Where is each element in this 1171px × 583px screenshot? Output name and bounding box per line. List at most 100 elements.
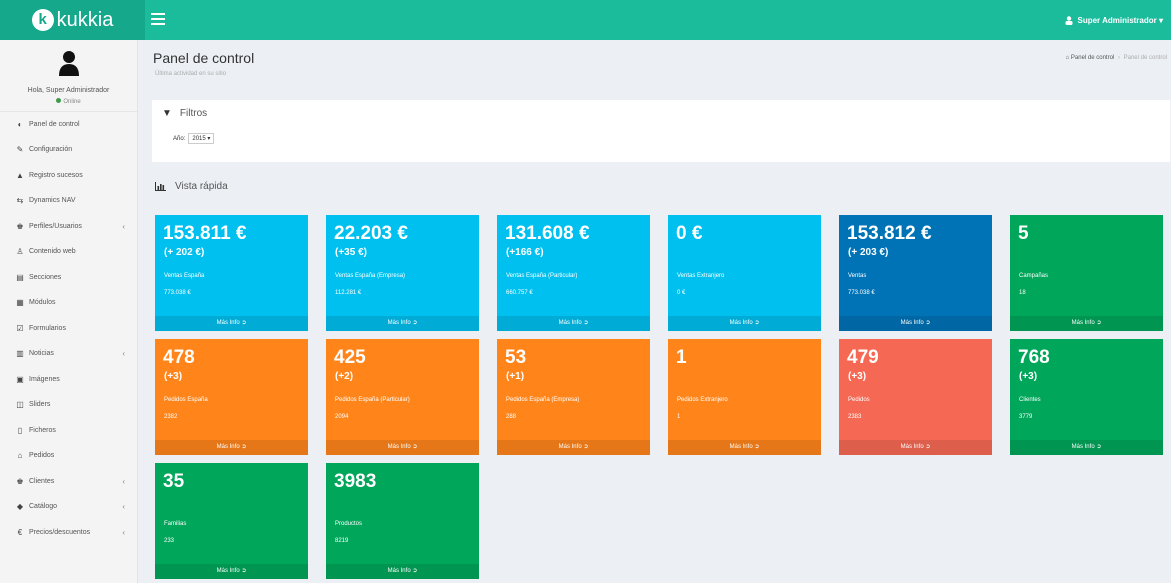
breadcrumb-current: Panel de control [1123, 55, 1167, 61]
stat-value: 53 [505, 347, 527, 368]
user-menu[interactable]: Super Administrador ▾ [1065, 0, 1163, 40]
forms-icon: ☑ [16, 323, 24, 333]
stat-box: 3983 Productos 8219 Más Info ➲ [326, 463, 479, 579]
avatar-icon [58, 51, 79, 76]
more-info-link[interactable]: Más Info ➲ [155, 316, 308, 331]
more-info-link[interactable]: Más Info ➲ [839, 316, 992, 331]
clients-icon: ♚ [16, 476, 24, 486]
sidebar-item-label: Perfiles/Usuarios [29, 222, 82, 230]
more-info-link[interactable]: Más Info ➲ [497, 316, 650, 331]
sidebar-item[interactable]: ☑ Formularios [0, 316, 137, 342]
sidebar-menu: ◐ Panel de control ✎ Configuración ▲ Registro… [0, 112, 137, 546]
breadcrumb-home[interactable]: Panel de control [1071, 55, 1114, 61]
sidebar-item[interactable]: ◆ Catálogo ‹ [0, 495, 137, 521]
sidebar-item[interactable]: ♙ Contenido web [0, 240, 137, 266]
sidebar-item-label: Sliders [29, 401, 51, 409]
chevron-left-icon: ‹ [122, 502, 125, 512]
sidebar-item-label: Ficheros [29, 426, 56, 434]
catalog-icon: ◆ [16, 502, 24, 512]
cart-icon: ⌂ [17, 451, 23, 461]
sidebar-item[interactable]: ⌂ Pedidos [0, 444, 137, 470]
stat-box: 53 (+1) Pedidos España (Empresa) 288 Más Inf… [497, 339, 650, 455]
stat-label: Ventas Extranjero [677, 273, 725, 279]
stat-value: 131.608 € [505, 223, 590, 244]
sidebar-item[interactable]: ◐ Panel de control [0, 112, 137, 138]
more-info-link[interactable]: Más Info ➲ [497, 440, 650, 455]
stat-value: 153.812 € [847, 223, 932, 244]
sidebar-item[interactable]: € Precios/descuentos ‹ [0, 520, 137, 546]
user-greeting: Hola, Super Administrador [27, 87, 110, 94]
stat-subvalue: 1 [677, 414, 681, 420]
file-icon: ▯ [17, 425, 23, 435]
warning-icon: ▲ [16, 170, 24, 180]
main-content: Panel de control Última actividad en su … [145, 40, 1171, 583]
sidebar-item[interactable]: ▤ Secciones [0, 265, 137, 291]
stat-subvalue: 660.757 € [506, 290, 533, 296]
sidebar-item[interactable]: ▥ Noticias ‹ [0, 342, 137, 368]
more-info-link[interactable]: Más Info ➲ [1010, 316, 1163, 331]
stat-value: 35 [163, 471, 185, 492]
quick-view-panel: Vista rápida 153.811 € (+ 202 €) Ventas Es… [152, 172, 1170, 583]
stat-box: 0 € Ventas Extranjero 0 € Más Info ➲ [668, 215, 821, 331]
more-info-link[interactable]: Más Info ➲ [326, 440, 479, 455]
sidebar-toggle-icon[interactable] [151, 13, 165, 25]
sidebar-item-label: Imágenes [29, 375, 60, 383]
filter-icon: ▼ [162, 108, 172, 119]
stat-subvalue: 773.038 € [848, 290, 875, 296]
sidebar-item[interactable]: ♚ Perfiles/Usuarios ‹ [0, 214, 137, 240]
dashboard-icon: ◐ [17, 119, 23, 129]
more-info-link[interactable]: Más Info ➲ [1010, 440, 1163, 455]
filters-panel: ▼ Filtros Año: 2015 ▾ [152, 100, 1170, 162]
sidebar-item[interactable]: ♚ Clientes ‹ [0, 469, 137, 495]
stat-label: Ventas [848, 273, 867, 279]
brand-name: kukkia [56, 8, 114, 31]
stat-box: 153.812 € (+ 203 €) Ventas 773.038 € Más Inf… [839, 215, 992, 331]
chevron-left-icon: ‹ [122, 527, 125, 537]
content-header: Panel de control Última actividad en su … [145, 40, 1171, 88]
sidebar-item[interactable]: ▦ Módulos [0, 291, 137, 317]
sitemap-icon: ♙ [16, 247, 24, 257]
sidebar-item[interactable]: ⇆ Dynamics NAV [0, 189, 137, 215]
stat-box: 5 Campañas 18 Más Info ➲ [1010, 215, 1163, 331]
stat-subvalue: 288 [506, 414, 517, 420]
stat-delta: (+35 €) [335, 247, 367, 258]
stat-label: Ventas España [164, 273, 205, 279]
more-info-link[interactable]: Más Info ➲ [668, 440, 821, 455]
sidebar-item[interactable]: ▣ Imágenes [0, 367, 137, 393]
year-select[interactable]: 2015 ▾ [188, 133, 215, 144]
more-info-link[interactable]: Más Info ➲ [668, 316, 821, 331]
more-info-link[interactable]: Más Info ➲ [839, 440, 992, 455]
more-info-link[interactable]: Más Info ➲ [155, 440, 308, 455]
stat-value: 3983 [334, 471, 377, 492]
wrench-icon: ✎ [16, 145, 24, 155]
stat-label: Pedidos España [164, 397, 208, 403]
stat-subvalue: 2094 [335, 414, 349, 420]
stat-label: Pedidos [848, 397, 870, 403]
sidebar-item[interactable]: ▲ Registro sucesos [0, 163, 137, 189]
stat-label: Pedidos España (Empresa) [506, 397, 580, 403]
sidebar-item[interactable]: ◫ Sliders [0, 393, 137, 419]
stat-value: 1 [676, 347, 687, 368]
stat-delta: (+166 €) [506, 247, 544, 258]
stat-delta: (+3) [1019, 371, 1038, 382]
stat-subvalue: 112.281 € [335, 290, 362, 296]
sidebar-item[interactable]: ▯ Ficheros [0, 418, 137, 444]
user-panel: Hola, Super Administrador Online [0, 40, 137, 112]
user-menu-label: Super Administrador ▾ [1077, 15, 1163, 25]
stat-subvalue: 18 [1019, 290, 1026, 296]
stat-label: Pedidos Extranjero [677, 397, 728, 403]
stat-delta: (+ 202 €) [164, 247, 205, 258]
sidebar-item[interactable]: ✎ Configuración [0, 138, 137, 164]
more-info-link[interactable]: Más Info ➲ [326, 316, 479, 331]
more-info-link[interactable]: Más Info ➲ [326, 564, 479, 579]
top-navbar: k kukkia Super Administrador ▾ [0, 0, 1171, 40]
stat-value: 425 [334, 347, 366, 368]
stat-delta: (+ 203 €) [848, 247, 889, 258]
brand-logo[interactable]: k kukkia [0, 0, 145, 40]
euro-icon: € [17, 527, 23, 537]
news-icon: ▥ [16, 349, 24, 359]
more-info-link[interactable]: Más Info ➲ [155, 564, 308, 579]
sidebar: Hola, Super Administrador Online ◐ Panel … [0, 40, 138, 583]
stat-subvalue: 233 [164, 538, 175, 544]
stat-box: 768 (+3) Clientes 3779 Más Info ➲ [1010, 339, 1163, 455]
